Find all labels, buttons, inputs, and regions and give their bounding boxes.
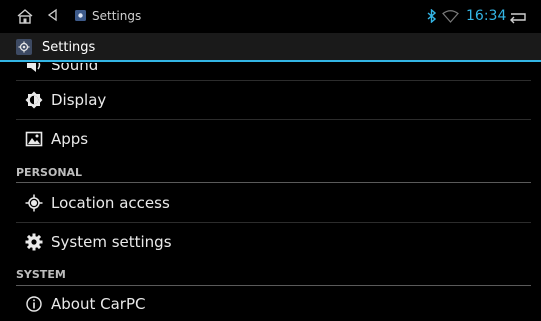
location-icon: [25, 194, 43, 212]
list-item-label: About CarPC: [51, 295, 146, 313]
list-item-about-carpc[interactable]: About CarPC: [0, 287, 541, 321]
settings-list[interactable]: Sound Display Apps PERSONAL Location acc…: [0, 63, 541, 321]
list-item-system-settings[interactable]: System settings: [0, 223, 541, 261]
clock: 16:34: [466, 8, 507, 24]
list-item-label: Location access: [51, 194, 170, 212]
list-item-sound[interactable]: Sound: [0, 63, 541, 80]
list-item-label: Sound: [51, 63, 99, 74]
wifi-icon: [442, 10, 459, 23]
home-icon[interactable]: [16, 8, 34, 24]
section-divider: [16, 182, 531, 183]
list-item-location-access[interactable]: Location access: [0, 184, 541, 222]
actionbar-title: Settings: [42, 40, 96, 55]
list-item-label: Display: [51, 91, 107, 109]
action-bar: Settings: [0, 33, 541, 62]
bluetooth-icon: [427, 9, 436, 23]
apps-icon: [25, 130, 43, 148]
info-icon: [25, 295, 43, 313]
status-bar: Settings 16:34: [0, 0, 541, 33]
section-header-personal: PERSONAL: [16, 166, 83, 179]
list-item-display[interactable]: Display: [0, 81, 541, 119]
statusbar-title: Settings: [92, 9, 142, 23]
settings-app-icon: [75, 10, 86, 21]
list-item-apps[interactable]: Apps: [0, 120, 541, 158]
back-icon[interactable]: [45, 8, 59, 22]
system-settings-icon: [25, 233, 43, 251]
list-item-label: Apps: [51, 130, 89, 148]
display-icon: [25, 91, 43, 109]
section-header-system: SYSTEM: [16, 268, 66, 281]
return-icon[interactable]: [508, 10, 528, 24]
list-item-label: System settings: [51, 233, 172, 251]
section-divider: [16, 285, 531, 286]
sound-icon: [25, 63, 43, 74]
settings-gear-icon: [16, 39, 32, 55]
